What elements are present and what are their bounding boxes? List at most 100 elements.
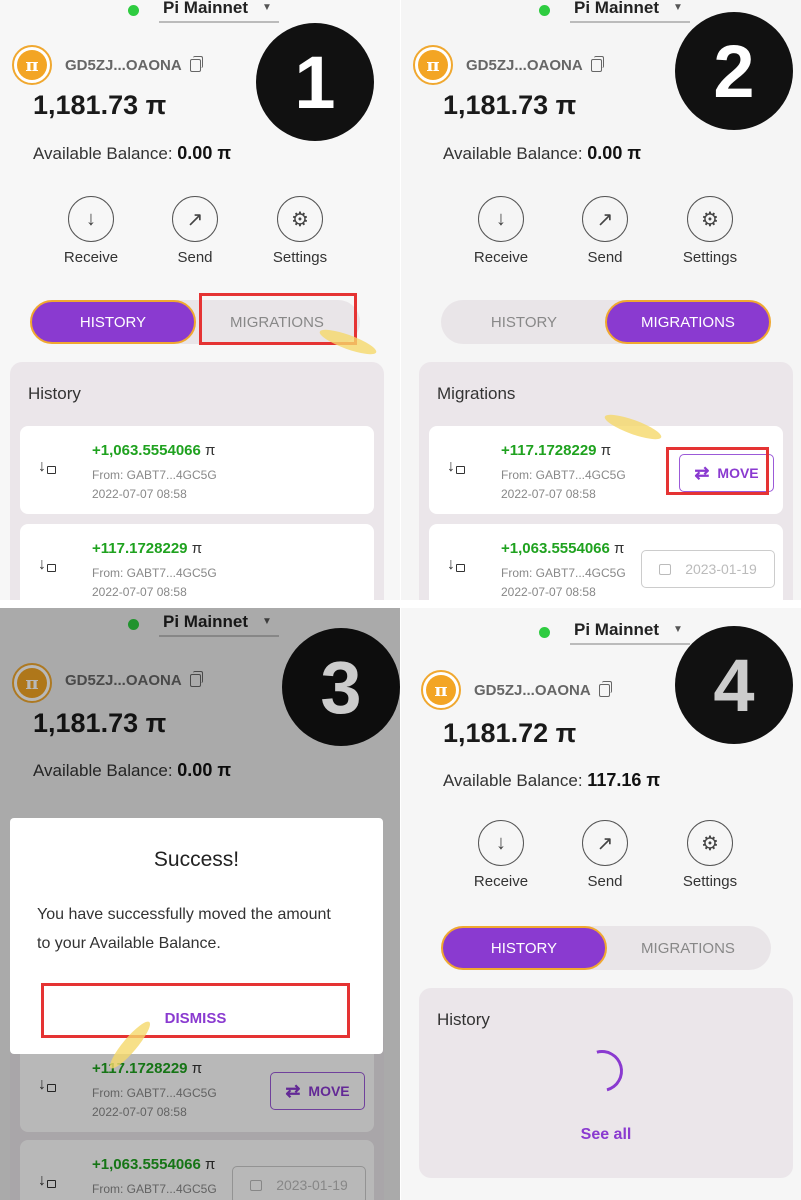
panel-step-2: Pi Mainnet ▼ π GD5ZJ...OAONA 1,181.73 π A… — [401, 0, 801, 600]
transaction-from: From: GABT7...4GC5G — [501, 566, 626, 580]
tab-migrations[interactable]: MIGRATIONS — [605, 926, 771, 970]
settings-button[interactable]: ⚙ Settings — [665, 196, 755, 266]
wallet-balance: 1,181.72 π — [443, 718, 577, 748]
list-item[interactable]: ↓ +117.1728229 π From: GABT7...4GC5G 202… — [20, 524, 374, 600]
transaction-date: 2022-07-07 08:58 — [92, 487, 187, 501]
highlight-dismiss-button — [41, 983, 350, 1038]
tutorial-grid: Pi Mainnet ▼ π GD5ZJ...OAONA 1,181.73 π A… — [0, 0, 801, 1200]
send-label: Send — [587, 249, 623, 266]
network-selector[interactable]: Pi Mainnet ▼ — [539, 0, 690, 24]
send-button[interactable]: ↗ Send — [560, 196, 650, 266]
network-name-dropdown[interactable]: Pi Mainnet ▼ — [159, 0, 279, 23]
network-name: Pi Mainnet — [574, 0, 660, 17]
copy-icon[interactable] — [590, 56, 604, 72]
arrow-down-icon: ↓ — [68, 196, 114, 242]
panel-step-3: Pi Mainnet ▼ π GD5ZJ...OAONA 1,181.73 π A… — [0, 608, 400, 1200]
amount-value: +117.1728229 — [92, 540, 188, 557]
list-item[interactable]: ↓ +1,063.5554066 π From: GABT7...4GC5G 2… — [20, 426, 374, 514]
receive-label: Receive — [63, 249, 119, 266]
card-title: History — [437, 1010, 490, 1029]
pi-symbol: π — [205, 442, 216, 459]
tab-history[interactable]: HISTORY — [441, 300, 607, 344]
step-badge: 4 — [675, 626, 793, 744]
receive-button[interactable]: ↓ Receive — [456, 820, 546, 890]
lock-date: 2023-01-19 — [685, 561, 757, 577]
transaction-from: From: GABT7...4GC5G — [501, 468, 626, 482]
wallet-balance: 1,181.73 π — [33, 90, 167, 120]
wallet-balance: 1,181.73 π — [443, 90, 577, 120]
card-title: History — [28, 384, 81, 403]
network-selector[interactable]: Pi Mainnet ▼ — [539, 618, 690, 646]
send-button[interactable]: ↗ Send — [150, 196, 240, 266]
pi-symbol: π — [600, 442, 612, 459]
receive-button[interactable]: ↓ Receive — [46, 196, 136, 266]
transaction-amount: +117.1728229 π — [92, 540, 202, 557]
settings-label: Settings — [682, 873, 738, 890]
wallet-actions: ↓ Receive ↗ Send ⚙ Settings — [0, 196, 400, 266]
transaction-date: 2022-07-07 08:58 — [501, 585, 596, 599]
chevron-down-icon: ▼ — [262, 2, 272, 13]
send-button[interactable]: ↗ Send — [560, 820, 650, 890]
history-card: History ↓ +1,063.5554066 π From: GABT7..… — [10, 362, 384, 600]
online-status-dot — [539, 4, 550, 16]
arrow-up-right-icon: ↗ — [582, 196, 628, 242]
available-label: Available Balance: — [443, 771, 583, 790]
unlocked-download-icon: ↓ — [38, 556, 56, 574]
arrow-down-icon: ↓ — [478, 196, 524, 242]
arrow-up-right-icon: ↗ — [172, 196, 218, 242]
list-item[interactable]: ↓ +1,063.5554066 π From: GABT7...4GC5G 2… — [429, 524, 783, 600]
network-name-dropdown[interactable]: Pi Mainnet ▼ — [570, 620, 690, 645]
gear-icon: ⚙ — [687, 820, 733, 866]
send-label: Send — [587, 873, 623, 890]
copy-icon[interactable] — [598, 681, 612, 697]
arrow-up-right-icon: ↗ — [582, 820, 628, 866]
available-balance: Available Balance: 0.00 π — [33, 143, 231, 164]
send-label: Send — [177, 249, 213, 266]
wallet-address-text: GD5ZJ...OAONA — [474, 682, 591, 699]
wallet-address[interactable]: GD5ZJ...OAONA — [466, 56, 604, 74]
chevron-down-icon: ▼ — [673, 624, 683, 635]
transaction-from: From: GABT7...4GC5G — [92, 566, 217, 580]
settings-button[interactable]: ⚙ Settings — [665, 820, 755, 890]
step-badge: 1 — [256, 23, 374, 141]
receive-label: Receive — [473, 873, 529, 890]
copy-icon[interactable] — [189, 56, 203, 72]
pi-symbol: π — [191, 540, 203, 557]
amount-value: +117.1728229 — [501, 442, 597, 459]
tab-history[interactable]: HISTORY — [30, 300, 196, 344]
locked-download-icon: ↓ — [38, 458, 56, 476]
pi-symbol: π — [614, 540, 625, 557]
history-card: History See all — [419, 988, 793, 1178]
tab-migrations[interactable]: MIGRATIONS — [605, 300, 771, 344]
gear-icon: ⚙ — [687, 196, 733, 242]
network-selector[interactable]: Pi Mainnet ▼ — [128, 0, 279, 24]
see-all-link[interactable]: See all — [419, 1126, 793, 1144]
available-balance: Available Balance: 0.00 π — [443, 143, 641, 164]
highlight-move-button — [666, 447, 769, 495]
step-badge: 3 — [282, 628, 400, 746]
chevron-down-icon: ▼ — [673, 2, 683, 13]
tab-history[interactable]: HISTORY — [441, 926, 607, 970]
transaction-date: 2022-07-07 08:58 — [92, 585, 187, 599]
transaction-from: From: GABT7...4GC5G — [92, 468, 217, 482]
wallet-tabs: HISTORY MIGRATIONS — [441, 300, 771, 344]
network-name-dropdown[interactable]: Pi Mainnet ▼ — [570, 0, 690, 23]
available-balance: Available Balance: 117.16 π — [443, 770, 660, 791]
lock-date-badge: 2023-01-19 — [641, 550, 775, 588]
step-badge: 2 — [675, 12, 793, 130]
wallet-address[interactable]: GD5ZJ...OAONA — [474, 681, 612, 699]
settings-button[interactable]: ⚙ Settings — [255, 196, 345, 266]
receive-label: Receive — [473, 249, 529, 266]
online-status-dot — [539, 626, 550, 638]
transaction-amount: +1,063.5554066 π — [501, 540, 624, 557]
online-status-dot — [128, 4, 139, 16]
wallet-address[interactable]: GD5ZJ...OAONA — [65, 56, 203, 74]
locked-download-icon: ↓ — [447, 556, 465, 574]
receive-button[interactable]: ↓ Receive — [456, 196, 546, 266]
dialog-message: You have successfully moved the amount t… — [37, 906, 331, 952]
pi-logo: π — [413, 45, 453, 85]
wallet-actions: ↓ Receive ↗ Send ⚙ Settings — [410, 196, 801, 266]
wallet-tabs: HISTORY MIGRATIONS — [441, 926, 771, 970]
network-name: Pi Mainnet — [574, 619, 660, 639]
settings-label: Settings — [682, 249, 738, 266]
